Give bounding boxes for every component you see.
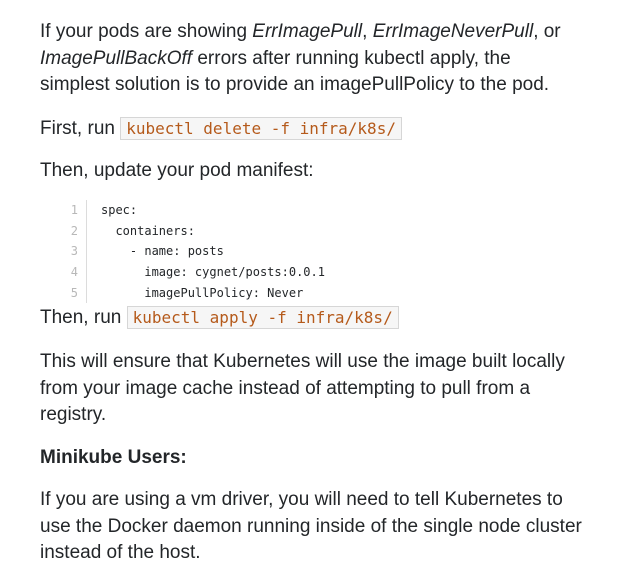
update-manifest-paragraph: Then, update your pod manifest: [40,160,314,181]
error-errimagepull: ErrImagePull [252,21,363,42]
error-imagepullbackoff: ImagePullBackOff [40,47,193,69]
intro-text-3: , or [533,21,561,42]
line-number: 4 [60,261,87,283]
line-number: 2 [60,220,87,242]
code-line: 1 spec: [60,200,580,221]
code-text: containers: [101,223,195,238]
line-number: 1 [60,200,87,221]
intro-text-1: If your pods are showing [40,21,253,42]
minikube-heading: Minikube Users: [40,447,187,468]
intro-text-2: , [362,21,373,42]
minikube-paragraph: If you are using a vm driver, you will n… [40,489,582,563]
code-line: 5 imagePullPolicy: Never [60,282,580,303]
code-text: spec: [101,203,138,218]
step-delete-text: First, run [40,118,121,139]
code-line: 2 containers: [60,220,580,242]
intro-paragraph: If your pods are showing ErrImagePull, E… [40,19,580,99]
error-errimageneverpull: ErrImageNeverPull [372,21,534,42]
code-text: image: cygnet/posts:0.0.1 [101,265,325,280]
step-delete-paragraph: First, run kubectl delete -f infra/k8s/ [40,116,402,143]
apply-command-code: kubectl apply -f infra/k8s/ [126,306,399,329]
code-line: 3 - name: posts [60,241,580,262]
step-apply-text: Then, run [40,307,127,328]
line-number: 3 [60,241,87,262]
step-apply-paragraph: Then, run kubectl apply -f infra/k8s/ [40,305,399,332]
line-number: 5 [60,282,87,303]
code-line: 4 image: cygnet/posts:0.0.1 [60,261,580,283]
code-text: - name: posts [101,244,224,259]
delete-command-code: kubectl delete -f infra/k8s/ [120,117,402,140]
code-text: imagePullPolicy: Never [101,285,304,300]
manifest-code-block: 1 spec: 2 containers: 3 - name: posts 4 i… [60,200,580,303]
ensure-paragraph: This will ensure that Kubernetes will us… [40,351,565,425]
